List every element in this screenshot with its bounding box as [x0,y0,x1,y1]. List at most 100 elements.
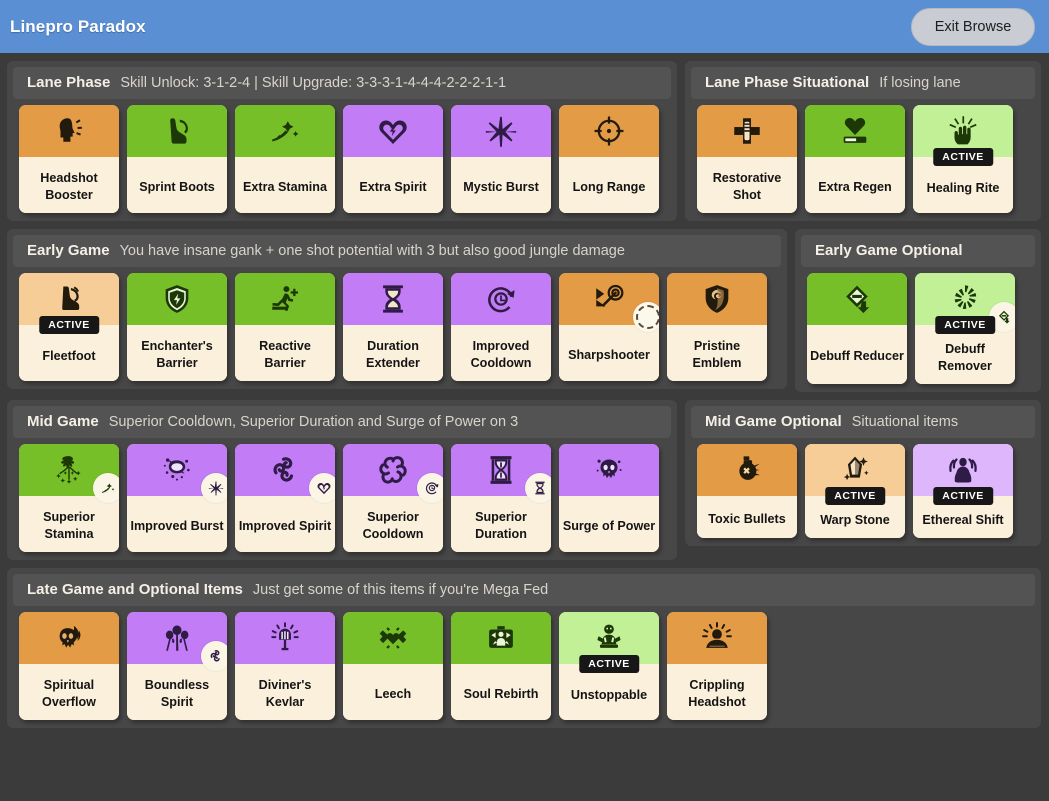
target-arrow-icon [559,273,659,332]
boot-icon [127,105,227,157]
item-card[interactable]: Improved Spirit [235,444,335,552]
item-card[interactable]: Diviner's Kevlar [235,612,335,720]
item-card[interactable]: Improved Burst [127,444,227,552]
item-name: Superior Duration [451,496,551,552]
item-list: Spiritual Overflow Boundless Spirit Divine… [13,612,1035,720]
item-name: Superior Cooldown [343,496,443,552]
item-card[interactable]: Superior Stamina [19,444,119,552]
rebirth-case-icon [451,612,551,664]
item-card[interactable]: Superior Duration [451,444,551,552]
section-title: Late Game and Optional Items [27,581,243,598]
stamina-stars-icon [19,444,119,503]
active-badge: ACTIVE [935,316,995,334]
item-card[interactable]: Leech [343,612,443,720]
item-card[interactable]: Restorative Shot [697,105,797,213]
item-card[interactable]: ACTIVE Ethereal Shift [913,444,1013,538]
item-name: Restorative Shot [697,157,797,213]
item-name: Surge of Power [559,496,659,552]
item-card[interactable]: Sprint Boots [127,105,227,213]
item-card[interactable]: Crippling Headshot [667,612,767,720]
exit-browse-button[interactable]: Exit Browse [911,8,1035,46]
component-badge-empty-slot-icon [633,302,659,332]
item-card[interactable]: Soul Rebirth [451,612,551,720]
item-card[interactable]: ACTIVE Warp Stone [805,444,905,538]
armored-figure-icon: ACTIVE [559,612,659,673]
item-card[interactable]: Boundless Spirit [127,612,227,720]
item-name: Sprint Boots [127,157,227,213]
section-early-game-optional: Early Game Optional Debuff Reducer ACTIVE D… [795,229,1041,392]
item-card[interactable]: ACTIVE Fleetfoot [19,273,119,381]
item-card[interactable]: Extra Stamina [235,105,335,213]
active-badge: ACTIVE [933,487,993,505]
item-name: Headshot Booster [19,157,119,213]
item-card[interactable]: ACTIVE Healing Rite [913,105,1013,213]
ornate-hourglass-icon [451,444,551,503]
section-subtitle: Skill Unlock: 3-1-2-4 | Skill Upgrade: 3… [120,75,507,91]
section-row: Late Game and Optional Items Just get som… [7,568,1042,728]
section-row: Mid Game Superior Cooldown, Superior Dura… [7,400,1042,560]
component-badge-dash-sparkle-icon [93,473,119,503]
item-card[interactable]: Spiritual Overflow [19,612,119,720]
item-name: Leech [343,664,443,720]
item-card[interactable]: Extra Regen [805,105,905,213]
spirit-bloom-icon [127,612,227,671]
item-card[interactable]: ACTIVE Unstoppable [559,612,659,720]
item-name: Extra Spirit [343,157,443,213]
build-sections-container: Lane Phase Skill Unlock: 3-1-2-4 | Skill … [0,53,1049,728]
item-name: Boundless Spirit [127,664,227,720]
item-card[interactable]: ACTIVE Debuff Remover [915,273,1015,384]
item-card[interactable]: Extra Spirit [343,105,443,213]
section-lane-phase: Lane Phase Skill Unlock: 3-1-2-4 | Skill … [7,61,677,221]
item-card[interactable]: Mystic Burst [451,105,551,213]
item-card[interactable]: Pristine Emblem [667,273,767,381]
heart-bolt-icon [343,105,443,157]
ethereal-figure-icon: ACTIVE [913,444,1013,505]
section-title: Early Game Optional [815,242,963,259]
item-list: Debuff Reducer ACTIVE Debuff Remover [801,273,1035,384]
item-list: Toxic Bullets ACTIVE Warp Stone ACTIVE Ether… [691,444,1035,538]
active-badge: ACTIVE [39,316,99,334]
heart-hands-icon [343,612,443,664]
section-header-early-game-optional: Early Game Optional [801,235,1035,267]
item-card[interactable]: Reactive Barrier [235,273,335,381]
item-name: Pristine Emblem [667,325,767,381]
emblem-shield-icon [667,273,767,325]
item-name: Sharpshooter [559,325,659,381]
dash-sparkle-icon [235,105,335,157]
item-name: Soul Rebirth [451,664,551,720]
item-name: Extra Regen [805,157,905,213]
item-name: Debuff Reducer [807,325,907,384]
item-name: Duration Extender [343,325,443,381]
head-burst-icon [19,105,119,157]
section-row: Lane Phase Skill Unlock: 3-1-2-4 | Skill … [7,61,1042,221]
item-card[interactable]: Duration Extender [343,273,443,381]
item-card[interactable]: Improved Cooldown [451,273,551,381]
section-title: Early Game [27,242,110,259]
item-card[interactable]: Long Range [559,105,659,213]
section-lane-phase-situational: Lane Phase Situational If losing lane Rest… [685,61,1041,221]
section-header-lane-phase-situational: Lane Phase Situational If losing lane [691,67,1035,99]
section-subtitle: Situational items [851,414,959,430]
radiant-vest-icon [235,612,335,664]
healing-hand-icon: ACTIVE [913,105,1013,166]
item-name: Long Range [559,157,659,213]
hourglass-icon [343,273,443,325]
heart-bar-icon [805,105,905,157]
item-name: Mystic Burst [451,157,551,213]
section-title: Lane Phase [27,74,111,91]
item-card[interactable]: Superior Cooldown [343,444,443,552]
component-badge-starburst-icon [201,473,227,503]
item-name: Enchanter's Barrier [127,325,227,381]
item-list: ACTIVE Fleetfoot Enchanter's Barrier Reacti… [13,273,781,381]
starburst-icon [451,105,551,157]
flaming-skull-icon [19,612,119,664]
item-card[interactable]: Headshot Booster [19,105,119,213]
item-card[interactable]: Enchanter's Barrier [127,273,227,381]
section-header-mid-game: Mid Game Superior Cooldown, Superior Dura… [13,406,671,438]
item-card[interactable]: Debuff Reducer [807,273,907,384]
item-card[interactable]: Toxic Bullets [697,444,797,538]
item-card[interactable]: Sharpshooter [559,273,659,381]
section-subtitle: Superior Cooldown, Superior Duration and… [108,414,519,430]
item-card[interactable]: Surge of Power [559,444,659,552]
section-subtitle: You have insane gank + one shot potentia… [119,243,625,259]
